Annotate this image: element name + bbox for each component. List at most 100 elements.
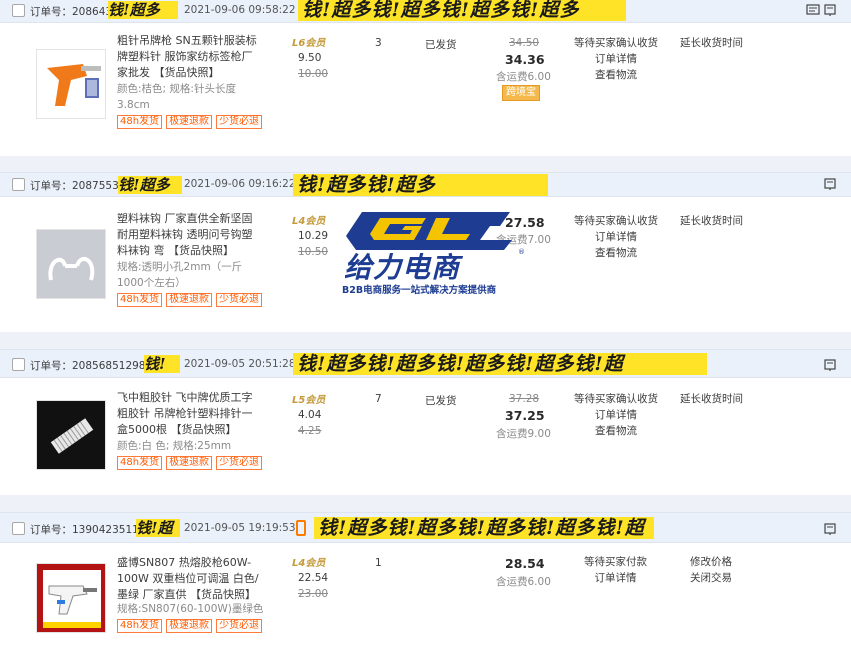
brand-logo: 给力电商 ® B2B电商服务一站式解决方案提供商 xyxy=(340,208,530,298)
unit-price: 4.04 xyxy=(298,409,322,421)
order-status: 等待买家确认收货 订单详情 查看物流 xyxy=(574,391,658,439)
service-tags: 48h发货 极速退款 少货必退 xyxy=(117,115,263,129)
flag-icon[interactable] xyxy=(823,358,837,372)
order-status: 等待买家确认收货 订单详情 查看物流 xyxy=(574,35,658,83)
total-price: 28.54 xyxy=(505,556,545,571)
tag-shortage: 少货必退 xyxy=(216,619,263,633)
quantity: 7 xyxy=(375,393,382,405)
product-title[interactable]: 粗针吊牌枪 SN五颗针服装标牌塑料针 服饰家纺标签枪厂家批发 【货品快照】 xyxy=(117,33,263,81)
vip-level: L6会员 xyxy=(292,38,326,49)
product-thumbnail[interactable] xyxy=(36,563,106,633)
order-status: 等待买家确认收货 订单详情 查看物流 xyxy=(574,213,658,261)
order-time: 2021-09-06 09:16:22 xyxy=(184,178,296,190)
order-time: 2021-09-06 09:58:22 xyxy=(184,4,296,16)
product-spec: 颜色:白 色; 规格:25mm xyxy=(117,440,232,452)
total-price: 34.36 xyxy=(505,52,545,67)
tag-refund: 极速退款 xyxy=(166,293,213,307)
watermark-banner: 钱!超多钱!超多钱!超多钱!超多 xyxy=(298,0,626,21)
header-actions xyxy=(806,3,837,17)
order-number: 订单号：208643 xyxy=(30,6,113,18)
order-card: 订单号：2085685129868 钱! 2021-09-05 20:51:28… xyxy=(0,349,851,495)
redaction-mark: 钱!超多 xyxy=(118,176,182,194)
order-header: 订单号：2085685129868 钱! 2021-09-05 20:51:28… xyxy=(0,350,851,378)
view-logistics-link[interactable]: 查看物流 xyxy=(574,67,658,83)
tag-refund: 极速退款 xyxy=(166,456,213,470)
total-original: 37.28 xyxy=(509,393,540,405)
order-number: 订单号：1390423511 xyxy=(30,524,139,536)
brand-slogan: B2B电商服务一站式解决方案提供商 xyxy=(342,285,497,296)
freight-note: 含运费6.00 xyxy=(496,576,551,588)
flag-icon[interactable] xyxy=(823,177,837,191)
order-status: 等待买家付款 订单详情 xyxy=(584,554,647,586)
product-spec: 颜色:桔色; 规格:针头长度3.8cm xyxy=(117,83,236,111)
product-thumbnail[interactable] xyxy=(36,400,106,470)
vip-level: L4会员 xyxy=(292,558,326,569)
redaction-mark: 钱! xyxy=(144,355,180,373)
product-thumbnail[interactable] xyxy=(36,229,106,299)
status-text: 等待买家确认收货 xyxy=(574,37,658,49)
order-time: 2021-09-05 20:51:28 xyxy=(184,358,296,370)
order-checkbox[interactable] xyxy=(12,358,25,371)
extend-receipt-button[interactable]: 延长收货时间 xyxy=(680,391,743,407)
unit-price: 22.54 xyxy=(298,572,329,584)
quantity: 3 xyxy=(375,37,382,49)
tag-refund: 极速退款 xyxy=(166,619,213,633)
product-spec: 规格:SN807(60-100W)墨绿色 xyxy=(117,603,264,615)
original-price: 4.25 xyxy=(298,425,322,437)
service-tags: 48h发货 极速退款 少货必退 xyxy=(117,456,263,470)
order-number: 订单号：20875532 xyxy=(30,180,126,192)
quantity: 1 xyxy=(375,557,382,569)
product-title[interactable]: 盛博SN807 热熔胶枪60W-100W 双重档位可调温 白色/墨绿 厂家直供 … xyxy=(117,555,263,603)
order-card: 订单号：1390423511 钱!超 2021-09-05 19:19:53 钱… xyxy=(0,512,851,670)
product-title[interactable]: 飞中粗胶针 飞中牌优质工字粗胶针 吊牌枪针塑料排针一盒5000根 【货品快照】 xyxy=(117,390,263,438)
original-price: 10.00 xyxy=(298,68,329,80)
total-original: 34.50 xyxy=(509,37,540,49)
service-tags: 48h发货 极速退款 少货必退 xyxy=(117,619,263,633)
order-header: 订单号：208643 钱!超多 2021-09-06 09:58:22 钱!超多… xyxy=(0,0,851,23)
order-time: 2021-09-05 19:19:53 xyxy=(184,522,296,534)
order-header: 订单号：1390423511 钱!超 2021-09-05 19:19:53 钱… xyxy=(0,513,851,543)
tag-pin-image xyxy=(37,401,105,469)
status-text: 等待买家确认收货 xyxy=(574,215,658,227)
glue-gun-image xyxy=(37,564,105,632)
order-detail-link[interactable]: 订单详情 xyxy=(574,229,658,245)
order-detail-link[interactable]: 订单详情 xyxy=(574,51,658,67)
tag-shortage: 少货必退 xyxy=(216,293,263,307)
header-actions xyxy=(823,358,837,372)
order-number: 订单号：2085685129868 xyxy=(30,360,159,372)
order-detail-link[interactable]: 订单详情 xyxy=(584,570,647,586)
vip-level: L5会员 xyxy=(292,395,326,406)
unit-price: 10.29 xyxy=(298,230,329,242)
flag-icon[interactable] xyxy=(823,3,837,17)
watermark-banner: 钱!超多钱!超多 xyxy=(293,174,548,196)
close-deal-link[interactable]: 关闭交易 xyxy=(690,570,732,586)
status-text: 等待买家确认收货 xyxy=(574,393,658,405)
extend-receipt-button[interactable]: 延长收货时间 xyxy=(680,35,743,51)
modify-price-link[interactable]: 修改价格 xyxy=(690,554,732,570)
registered-mark: ® xyxy=(518,248,525,256)
watermark-banner: 钱!超多钱!超多钱!超多钱!超多钱!超 xyxy=(293,353,707,375)
status-text: 等待买家付款 xyxy=(584,556,647,568)
tag-48h: 48h发货 xyxy=(117,115,163,129)
tag-shortage: 少货必退 xyxy=(216,456,263,470)
order-actions: 修改价格 关闭交易 xyxy=(690,554,732,586)
total-price: 37.25 xyxy=(505,408,545,423)
product-thumbnail[interactable] xyxy=(36,49,106,119)
shipping-status: 已发货 xyxy=(425,395,457,407)
message-icon[interactable] xyxy=(806,3,820,17)
sock-hook-image xyxy=(37,230,105,298)
order-detail-link[interactable]: 订单详情 xyxy=(574,407,658,423)
flag-icon[interactable] xyxy=(823,522,837,536)
tag-48h: 48h发货 xyxy=(117,619,163,633)
view-logistics-link[interactable]: 查看物流 xyxy=(574,423,658,439)
tag-gun-image xyxy=(37,50,105,118)
unit-price: 9.50 xyxy=(298,52,322,64)
order-checkbox[interactable] xyxy=(12,4,25,17)
order-checkbox[interactable] xyxy=(12,178,25,191)
shipping-status: 已发货 xyxy=(425,39,457,51)
order-checkbox[interactable] xyxy=(12,522,25,535)
product-spec: 规格:透明小孔2mm（一斤1000个左右） xyxy=(117,261,243,289)
view-logistics-link[interactable]: 查看物流 xyxy=(574,245,658,261)
extend-receipt-button[interactable]: 延长收货时间 xyxy=(680,213,743,229)
product-title[interactable]: 塑料袜钩 厂家直供全新坚固耐用塑料袜钩 透明问号钩塑料袜钩 弯 【货品快照】 xyxy=(117,211,263,259)
